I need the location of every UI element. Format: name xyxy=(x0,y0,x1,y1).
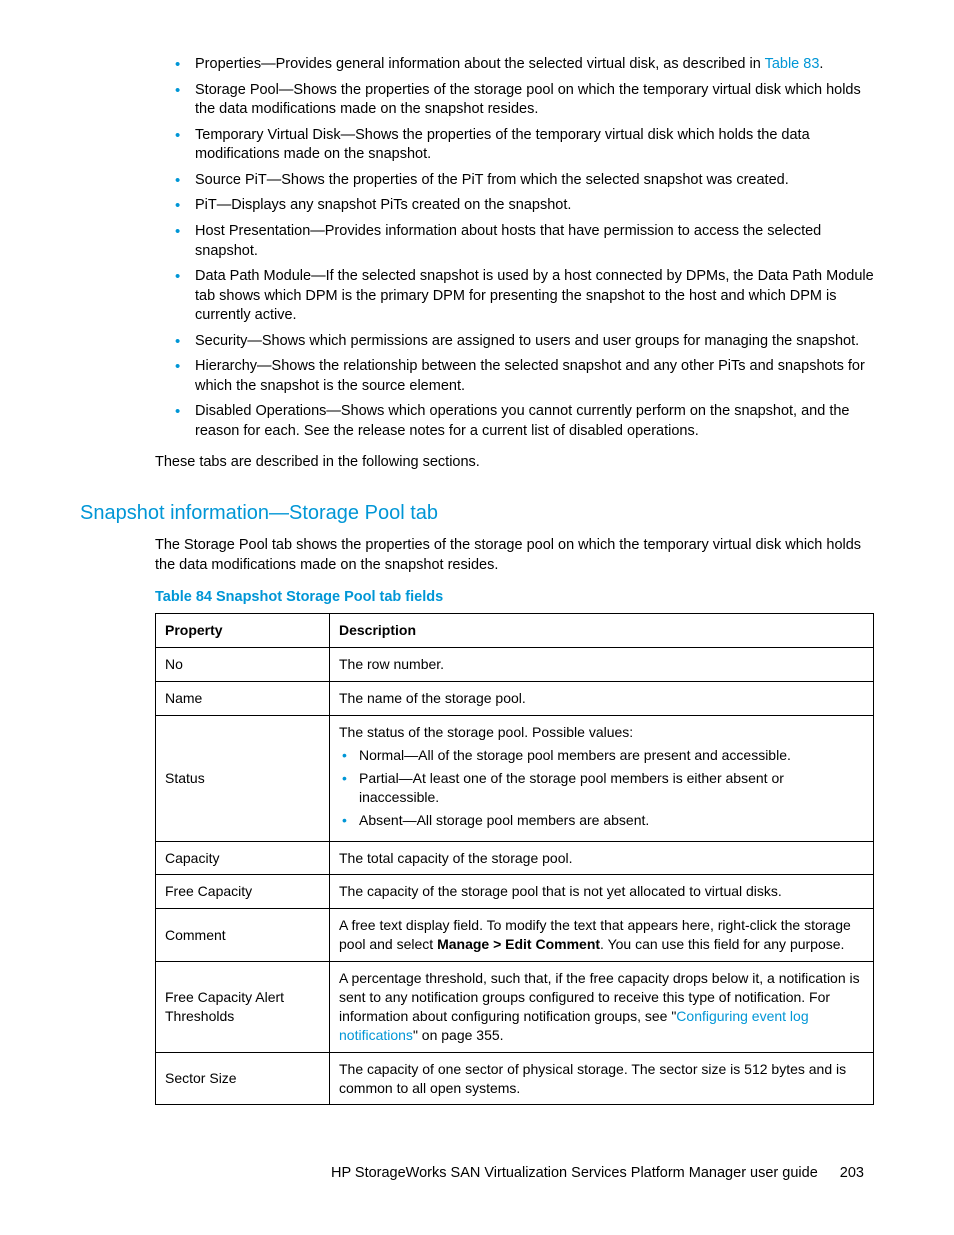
status-values-list: Normal—All of the storage pool members a… xyxy=(339,746,864,830)
table-row: Capacity The total capacity of the stora… xyxy=(156,841,874,875)
table-row: Free Capacity Alert Thresholds A percent… xyxy=(156,962,874,1053)
bullet-storage-pool: Storage Pool—Shows the properties of the… xyxy=(175,81,874,120)
table-row: No The row number. xyxy=(156,648,874,682)
cell-desc: The name of the storage pool. xyxy=(330,682,874,716)
bullet-text: Properties—Provides general information … xyxy=(195,56,765,72)
section-heading: Snapshot information—Storage Pool tab xyxy=(80,502,874,525)
cell-desc: A free text display field. To modify the… xyxy=(330,909,874,962)
cell-desc: The status of the storage pool. Possible… xyxy=(330,716,874,841)
table-row: Sector Size The capacity of one sector o… xyxy=(156,1052,874,1105)
cell-desc: The total capacity of the storage pool. xyxy=(330,841,874,875)
table-row: Status The status of the storage pool. P… xyxy=(156,716,874,841)
cell-prop: Sector Size xyxy=(156,1052,330,1105)
cell-desc: The capacity of one sector of physical s… xyxy=(330,1052,874,1105)
bullet-text-suffix: . xyxy=(819,56,823,72)
cell-prop: No xyxy=(156,648,330,682)
page-number: 203 xyxy=(840,1165,864,1181)
cell-desc: The row number. xyxy=(330,648,874,682)
table-row: Free Capacity The capacity of the storag… xyxy=(156,875,874,909)
after-bullets-text: These tabs are described in the followin… xyxy=(155,452,874,472)
bullet-host-presentation: Host Presentation—Provides information a… xyxy=(175,222,874,261)
cell-prop: Free Capacity Alert Thresholds xyxy=(156,962,330,1053)
bullet-hierarchy: Hierarchy—Shows the relationship between… xyxy=(175,357,874,396)
tab-description-list: Properties—Provides general information … xyxy=(80,55,874,442)
section-intro: The Storage Pool tab shows the propertie… xyxy=(155,535,874,576)
table-row: Name The name of the storage pool. xyxy=(156,682,874,716)
status-normal: Normal—All of the storage pool members a… xyxy=(339,746,864,765)
col-property: Property xyxy=(156,614,330,648)
bullet-temp-vd: Temporary Virtual Disk—Shows the propert… xyxy=(175,126,874,165)
cell-prop: Name xyxy=(156,682,330,716)
bullet-pit: PiT—Displays any snapshot PiTs created o… xyxy=(175,196,874,216)
cell-prop: Comment xyxy=(156,909,330,962)
thresh-post: " on page 355. xyxy=(413,1027,504,1043)
page: Properties—Provides general information … xyxy=(0,0,954,1235)
footer-title: HP StorageWorks SAN Virtualization Servi… xyxy=(331,1165,818,1181)
status-partial: Partial—At least one of the storage pool… xyxy=(339,769,864,807)
cell-prop: Capacity xyxy=(156,841,330,875)
comment-post: . You can use this field for any purpose… xyxy=(600,936,844,952)
bullet-security: Security—Shows which permissions are ass… xyxy=(175,332,874,352)
status-intro: The status of the storage pool. Possible… xyxy=(339,724,633,740)
cell-prop: Status xyxy=(156,716,330,841)
bullet-properties: Properties—Provides general information … xyxy=(175,55,874,75)
cell-desc: A percentage threshold, such that, if th… xyxy=(330,962,874,1053)
comment-bold: Manage > Edit Comment xyxy=(437,936,600,952)
cell-prop: Free Capacity xyxy=(156,875,330,909)
bullet-dpm: Data Path Module—If the selected snapsho… xyxy=(175,267,874,326)
table-83-link[interactable]: Table 83 xyxy=(765,56,820,72)
table-header-row: Property Description xyxy=(156,614,874,648)
status-absent: Absent—All storage pool members are abse… xyxy=(339,811,864,830)
page-footer: HP StorageWorks SAN Virtualization Servi… xyxy=(80,1165,874,1181)
storage-pool-fields-table: Property Description No The row number. … xyxy=(155,613,874,1105)
table-caption: Table 84 Snapshot Storage Pool tab field… xyxy=(155,589,874,605)
bullet-disabled-ops: Disabled Operations—Shows which operatio… xyxy=(175,402,874,441)
col-description: Description xyxy=(330,614,874,648)
cell-desc: The capacity of the storage pool that is… xyxy=(330,875,874,909)
table-row: Comment A free text display field. To mo… xyxy=(156,909,874,962)
bullet-source-pit: Source PiT—Shows the properties of the P… xyxy=(175,171,874,191)
